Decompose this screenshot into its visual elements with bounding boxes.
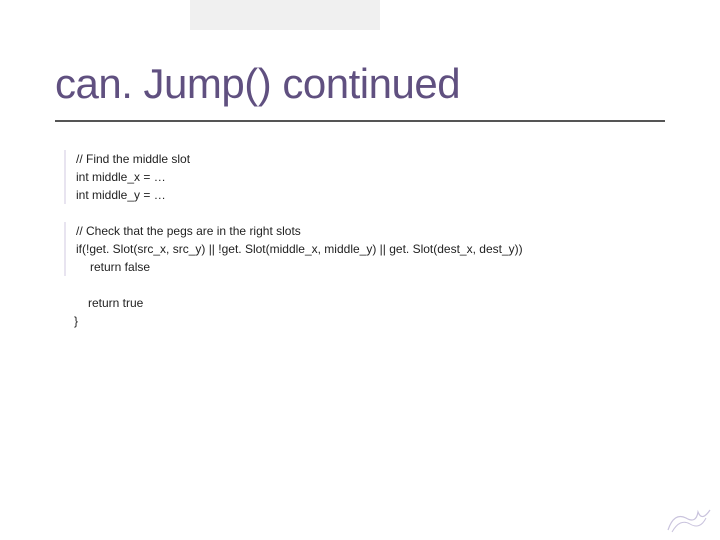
code-line: if(!get. Slot(src_x, src_y) || !get. Slo… (76, 240, 664, 258)
code-block-2: // Check that the pegs are in the right … (64, 222, 664, 276)
code-line: int middle_y = … (76, 186, 664, 204)
code-line: return false (76, 258, 664, 276)
code-line: } (74, 312, 664, 330)
code-block-1: // Find the middle slot int middle_x = …… (64, 150, 664, 204)
slide: can. Jump() continued // Find the middle… (0, 0, 720, 540)
code-line: // Check that the pegs are in the right … (76, 222, 664, 240)
slide-title: can. Jump() continued (55, 60, 460, 108)
code-block-3: return true } (64, 294, 664, 330)
corner-flourish-icon (666, 504, 712, 534)
code-line: int middle_x = … (76, 168, 664, 186)
slide-body: // Find the middle slot int middle_x = …… (64, 150, 664, 348)
code-line: return true (74, 294, 664, 312)
title-underline (55, 120, 665, 122)
code-line: // Find the middle slot (76, 150, 664, 168)
